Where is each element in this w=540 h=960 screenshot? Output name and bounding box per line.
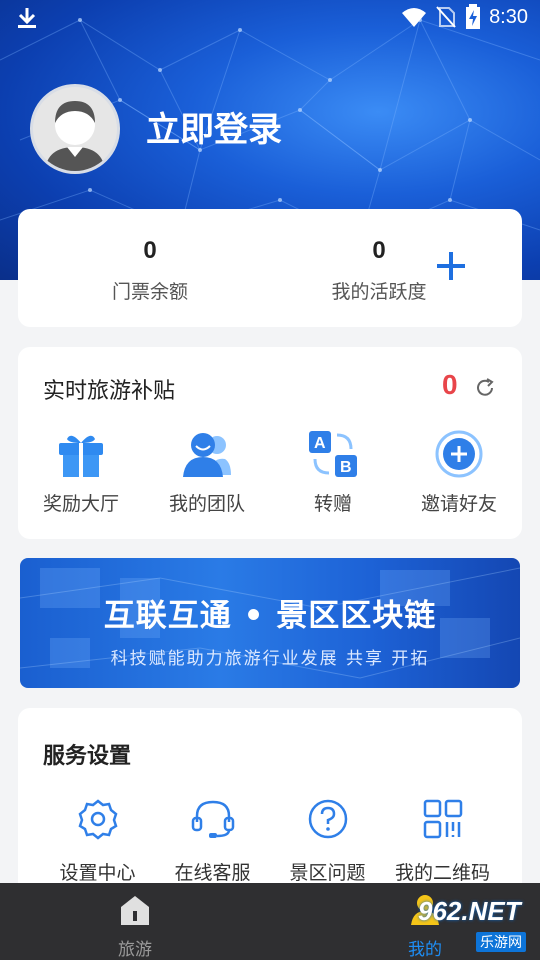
services-title: 服务设置 [43, 744, 132, 769]
subsidy-title: 实时旅游补贴 [43, 379, 176, 404]
refresh-icon[interactable] [474, 377, 496, 399]
online-support-label: 在线客服 [174, 862, 251, 884]
site-watermark: 962.NET 乐游网 [388, 890, 538, 956]
gift-icon [59, 435, 103, 477]
avatar-silhouette-icon [45, 101, 105, 171]
battery-charging-icon [466, 4, 481, 29]
team-icon [183, 433, 231, 477]
ticket-balance-label: 门票余额 [111, 281, 188, 303]
ticket-balance[interactable]: 0 门票余额 [50, 237, 250, 304]
add-icon[interactable] [434, 249, 468, 283]
status-bar: 8:30 [0, 0, 540, 36]
my-qrcode-button[interactable]: 我的二维码 [385, 796, 500, 885]
scenic-issues-label: 景区问题 [289, 862, 366, 884]
svg-text:B: B [340, 459, 352, 476]
watermark-brand: 962.NET [418, 896, 521, 926]
settings-center-label: 设置中心 [59, 862, 136, 884]
scenic-issues-button[interactable]: 景区问题 [270, 796, 385, 885]
promo-banner[interactable]: 互联互通 • 景区区块链 科技赋能助力旅游行业发展 共享 开拓 [20, 558, 520, 688]
reward-hall-label: 奖励大厅 [42, 493, 119, 515]
svg-text:A: A [314, 435, 326, 452]
stats-card: 0 门票余额 0 我的活跃度 [18, 209, 522, 327]
my-qrcode-label: 我的二维码 [394, 862, 490, 884]
login-link[interactable]: 立即登录 [146, 102, 282, 151]
invite-friends-button[interactable]: 邀请好友 [396, 427, 522, 516]
download-icon [18, 8, 36, 28]
question-icon [308, 799, 347, 839]
avatar[interactable] [30, 84, 120, 174]
invite-friends-label: 邀请好友 [420, 493, 497, 515]
services-card: 服务设置 设置中心 在线客服 景区问题 我的二维码 [18, 708, 522, 908]
transfer-icon: A B [309, 431, 357, 477]
online-support-button[interactable]: 在线客服 [155, 796, 270, 885]
headset-icon [191, 800, 234, 838]
transfer-button[interactable]: A B 转赠 [270, 427, 396, 516]
settings-center-button[interactable]: 设置中心 [40, 796, 155, 885]
tab-travel-label: 旅游 [118, 940, 152, 960]
qrcode-icon [423, 799, 462, 839]
wifi-icon [402, 8, 427, 27]
tab-travel[interactable]: 旅游 [85, 893, 185, 960]
gear-icon [77, 799, 118, 840]
no-sim-icon [436, 6, 456, 28]
banner-tagline: 科技赋能助力旅游行业发展 共享 开拓 [110, 649, 430, 669]
ticket-balance-value: 0 [143, 237, 157, 264]
watermark-sub: 乐游网 [476, 932, 526, 952]
my-team-button[interactable]: 我的团队 [144, 427, 270, 516]
transfer-label: 转赠 [313, 493, 352, 515]
banner-headline: 互联互通 • 景区区块链 [103, 598, 437, 634]
subsidy-value: 0 [442, 369, 458, 400]
clock: 8:30 [489, 5, 528, 28]
subsidy-card: 实时旅游补贴 0 奖励大厅 我的团队 A B 转赠 邀请好友 [18, 347, 522, 539]
invite-icon [435, 430, 483, 478]
reward-hall-button[interactable]: 奖励大厅 [18, 427, 144, 516]
home-icon [121, 896, 149, 925]
my-team-label: 我的团队 [168, 493, 245, 515]
